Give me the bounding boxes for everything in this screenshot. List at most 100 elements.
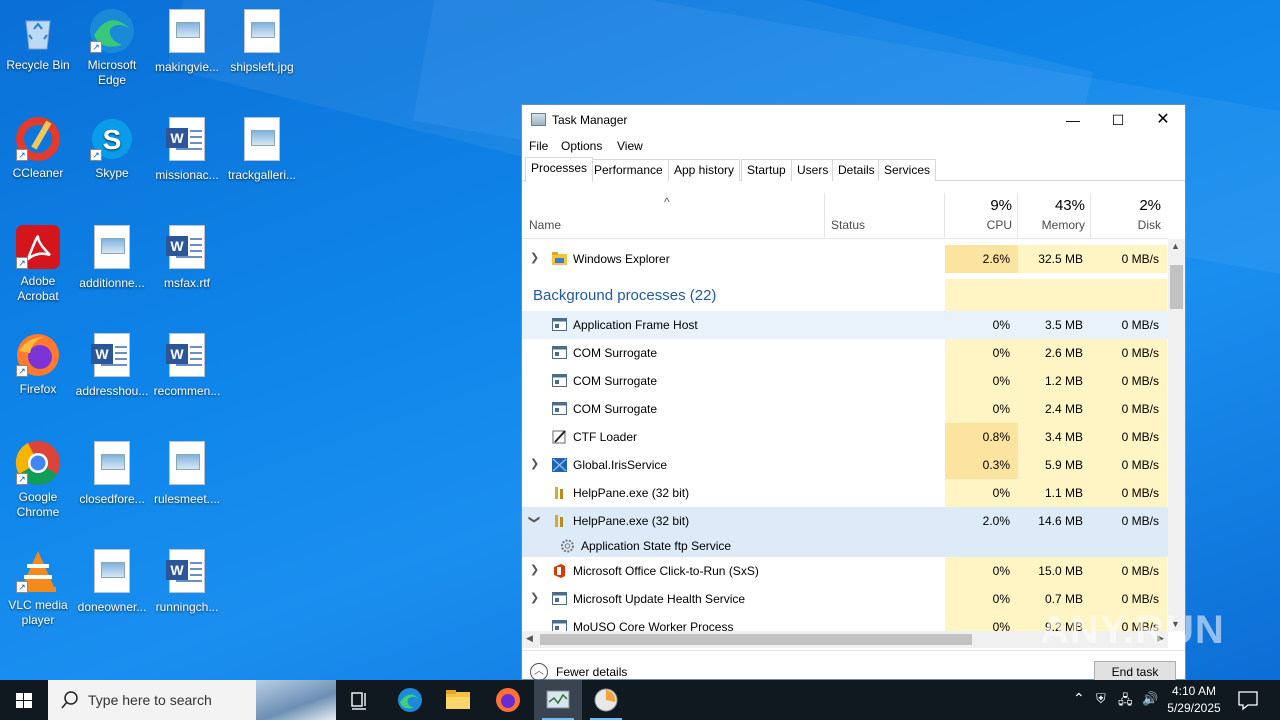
desktop-icon-skype[interactable]: S ↗ Skype — [74, 115, 150, 181]
close-button[interactable]: ✕ — [1140, 105, 1186, 135]
taskbar-edge[interactable] — [386, 680, 434, 720]
cpu-cell: 0.8% — [945, 423, 1018, 451]
desktop-icon-label: rulesmeet.... — [153, 492, 221, 506]
scroll-thumb[interactable] — [1170, 265, 1183, 309]
column-status[interactable]: Status — [825, 193, 945, 239]
chevron-right-icon[interactable]: ❯ — [530, 591, 539, 604]
fewer-details-link[interactable]: Fewer details — [556, 665, 627, 679]
column-disk[interactable]: 2% Disk — [1091, 193, 1167, 239]
process-row-microsoft-office-click-to-run-sxs[interactable]: ❯ Microsoft Office Click-to-Run (SxS) 0% 15… — [522, 557, 1168, 585]
cpu-cell: 0.3% — [945, 451, 1018, 479]
vertical-scrollbar[interactable]: ▲ ▼ — [1168, 239, 1185, 631]
taskbar-firefox[interactable] — [484, 680, 532, 720]
taskbar-task-manager[interactable] — [534, 680, 582, 720]
start-button[interactable] — [0, 680, 48, 720]
desktop-icon-doneowner[interactable]: doneowner... — [74, 547, 150, 615]
minimize-button[interactable]: — — [1050, 105, 1096, 135]
taskbar-search[interactable]: Type here to search — [48, 680, 336, 720]
process-row-global-irisservice[interactable]: ❯ Global.IrisService 0.3% 5.9 MB 0 MB/s — [522, 451, 1168, 479]
group-header-background-processes[interactable]: Background processes (22) — [522, 279, 1168, 311]
process-row-com-surrogate[interactable]: COM Surrogate 0% 2.4 MB 0 MB/s — [522, 395, 1168, 423]
tab-users[interactable]: Users — [791, 159, 835, 181]
desktop-icon-trackgalleri[interactable]: trackgalleri... — [224, 115, 300, 183]
tab-services[interactable]: Services — [878, 159, 937, 181]
desktop-icon-missionac[interactable]: Wmissionac... — [149, 115, 225, 183]
column-name-label: Name — [529, 218, 562, 232]
pen-icon — [552, 430, 567, 444]
taskbar-clock-app[interactable] — [582, 680, 630, 720]
helppane-icon — [552, 514, 567, 528]
desktop-icon-label: Firefox — [19, 382, 57, 396]
desktop-icon-adobe-acrobat[interactable]: ↗ Adobe Acrobat — [0, 223, 76, 304]
desktop-icon-runningch[interactable]: Wrunningch... — [149, 547, 225, 615]
task-view-button[interactable] — [336, 680, 384, 720]
shield-icon: ⛨ — [1096, 691, 1106, 706]
column-disk-label: Disk — [1137, 218, 1161, 232]
process-name: MoUSO Core Worker Process — [573, 620, 734, 631]
chevron-up-circle-icon[interactable]: ︿ — [530, 663, 548, 681]
desktop-icon-addresshou[interactable]: Waddresshou... — [74, 331, 150, 399]
memory-total-percent: 43% — [1054, 197, 1085, 214]
desktop-icon-firefox[interactable]: ↗ Firefox — [0, 331, 76, 397]
taskbar-clock[interactable]: 4:10 AM 5/29/2025 — [1156, 683, 1232, 717]
service-row-application-state-ftp-service[interactable]: Application State ftp Service — [522, 535, 1168, 557]
cpu-cell: 2.0% — [945, 507, 1018, 535]
chevron-right-icon[interactable]: ❯ — [530, 457, 539, 470]
tab-performance[interactable]: Performance — [588, 159, 669, 181]
chevron-down-icon[interactable]: ❯ — [528, 515, 541, 524]
menu-options[interactable]: Options — [561, 139, 602, 153]
process-row-ctf-loader[interactable]: CTF Loader 0.8% 3.4 MB 0 MB/s — [522, 423, 1168, 451]
tab-details[interactable]: Details — [832, 159, 881, 181]
column-memory[interactable]: 43% Memory — [1018, 193, 1091, 239]
process-row-com-surrogate[interactable]: COM Surrogate 0% 1.2 MB 0 MB/s — [522, 367, 1168, 395]
process-row-com-surrogate[interactable]: COM Surrogate 0% 2.6 MB 0 MB/s — [522, 339, 1168, 367]
menu-file[interactable]: File — [529, 139, 548, 153]
cpu-cell: 0% — [945, 557, 1018, 585]
image-file-icon — [238, 9, 286, 57]
chevron-right-icon[interactable]: ❯ — [530, 251, 539, 264]
tray-network[interactable]: 🖧 — [1116, 680, 1136, 720]
scroll-thumb[interactable] — [540, 634, 972, 645]
action-center-button[interactable] — [1236, 680, 1260, 720]
disk-cell — [1091, 279, 1167, 311]
menu-view[interactable]: View — [617, 139, 643, 153]
desktop-icon-ccleaner[interactable]: ↗ CCleaner — [0, 115, 76, 181]
desktop-icon-rulesmeet[interactable]: rulesmeet.... — [149, 439, 225, 507]
column-cpu-label: CPU — [986, 218, 1012, 232]
process-name: Microsoft Update Health Service — [573, 592, 746, 606]
desktop-icon-closedfore[interactable]: closedfore... — [74, 439, 150, 507]
chevron-right-icon[interactable]: ❯ — [530, 563, 539, 576]
process-name: Microsoft Office Click-to-Run (SxS) — [573, 564, 759, 578]
tray-security[interactable]: ⛨ — [1094, 680, 1112, 720]
process-name: HelpPane.exe (32 bit) — [573, 514, 690, 528]
desktop-icon-microsoft-edge[interactable]: ↗ Microsoft Edge — [74, 7, 150, 88]
desktop-icon-makingvie[interactable]: makingvie... — [149, 7, 225, 75]
column-cpu[interactable]: 9% CPU — [945, 193, 1018, 239]
process-row-windows-explorer[interactable]: ❯ Windows Explorer 2.6% 32.5 MB 0 MB/s — [522, 245, 1168, 273]
tab-app-history[interactable]: App history — [668, 159, 741, 181]
process-row-helppane-exe-32-bit[interactable]: HelpPane.exe (32 bit) 0% 1.1 MB 0 MB/s — [522, 479, 1168, 507]
tab-processes[interactable]: Processes — [525, 157, 594, 182]
desktop-icon-msfax[interactable]: Wmsfax.rtf — [149, 223, 225, 291]
scroll-up-icon[interactable]: ▲ — [1171, 241, 1180, 251]
menu-bar: File Options View — [522, 135, 1185, 157]
column-name[interactable]: ^ Name — [522, 193, 824, 239]
taskbar-file-explorer[interactable] — [434, 680, 482, 720]
desktop-icon-recommen[interactable]: Wrecommen... — [149, 331, 225, 399]
process-row-helppane-exe-32-bit[interactable]: ❯ HelpPane.exe (32 bit) 2.0% 14.6 MB 0 MB/s — [522, 507, 1168, 535]
desktop-icon-shipsleft[interactable]: shipsleft.jpg — [224, 7, 300, 75]
shortcut-arrow-icon: ↗ — [16, 365, 28, 377]
desktop-icon-additionne[interactable]: additionne... — [74, 223, 150, 291]
desktop-icon-label: makingvie... — [154, 60, 220, 74]
tab-startup[interactable]: Startup — [741, 159, 792, 181]
scroll-left-icon[interactable]: ◀ — [526, 633, 533, 644]
desktop-icon-vlc[interactable]: ↗ VLC media player — [0, 547, 76, 628]
desktop-icon-recycle-bin[interactable]: Recycle Bin — [0, 7, 76, 73]
desktop-icon-google-chrome[interactable]: ↗ Google Chrome — [0, 439, 76, 520]
cpu-cell: 0% — [945, 585, 1018, 613]
title-bar[interactable]: Task Manager — ☐ ✕ — [522, 105, 1185, 135]
maximize-button[interactable]: ☐ — [1095, 105, 1141, 135]
tray-overflow-button[interactable]: ⌃ — [1070, 680, 1088, 720]
office-icon — [552, 564, 567, 578]
process-row-application-frame-host[interactable]: Application Frame Host 0% 3.5 MB 0 MB/s — [522, 311, 1168, 339]
